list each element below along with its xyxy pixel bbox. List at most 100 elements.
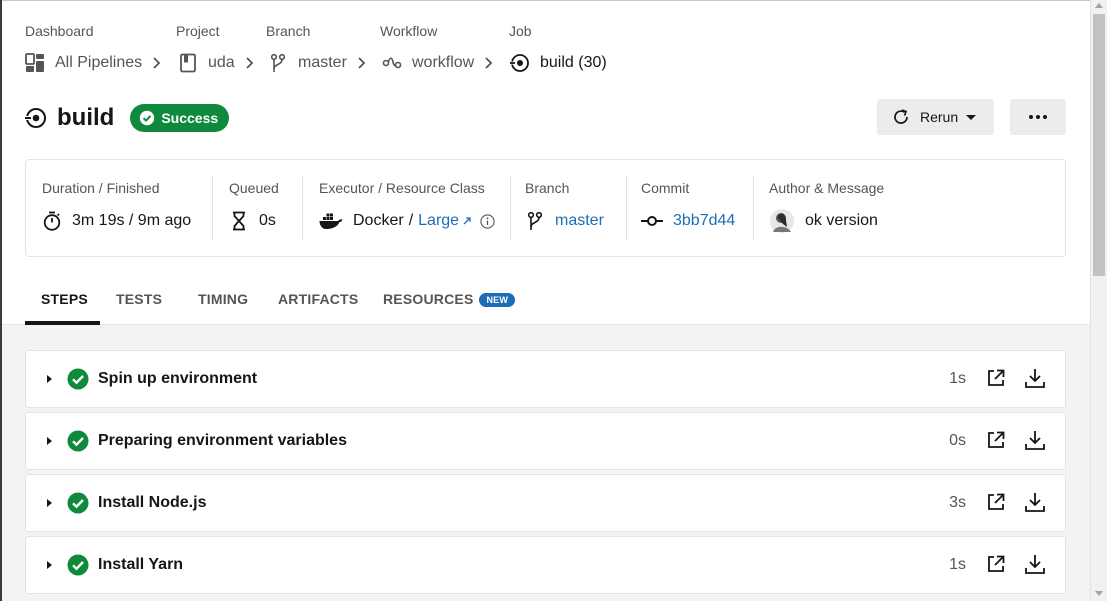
open-external-icon[interactable] [986, 430, 1006, 450]
breadcrumb-dashboard[interactable]: All Pipelines [25, 51, 162, 75]
expand-caret-icon[interactable] [47, 437, 52, 445]
breadcrumb-branch-link[interactable]: master [298, 54, 347, 72]
step-duration: 0s [949, 432, 966, 449]
open-external-icon[interactable] [986, 368, 1006, 388]
step-name: Preparing environment variables [98, 432, 347, 449]
commit-message: ok version [805, 212, 878, 229]
breadcrumb-job[interactable]: build (30) [510, 51, 607, 75]
tab-resources-label: RESOURCES [383, 291, 474, 307]
job-details-card: Duration / Finished 3m 19s / 9m ago Queu… [25, 159, 1066, 257]
breadcrumb-workflow[interactable]: workflow [382, 51, 494, 75]
divider [626, 176, 627, 240]
info-icon[interactable] [480, 213, 495, 229]
breadcrumb-label-branch: Branch [266, 23, 310, 40]
tab-tests[interactable]: TESTS [116, 291, 162, 307]
docker-icon [319, 212, 343, 230]
branch-link[interactable]: master [555, 212, 604, 230]
download-icon[interactable] [1024, 491, 1046, 513]
expand-caret-icon[interactable] [47, 375, 52, 383]
commit-link[interactable]: 3bb7d44 [673, 212, 735, 230]
job-icon [25, 108, 46, 128]
breadcrumb-job-link[interactable]: build (30) [540, 54, 607, 72]
more-actions-button[interactable] [1010, 99, 1066, 135]
breadcrumb-branch-label: Branch [266, 23, 311, 39]
divider [510, 176, 511, 240]
download-icon[interactable] [1024, 367, 1046, 389]
breadcrumb-label-job: Job [509, 23, 532, 40]
rerun-button[interactable]: Rerun [877, 99, 994, 135]
success-check-icon [67, 368, 89, 390]
commit-value-row: 3bb7d44 [641, 209, 735, 233]
download-icon[interactable] [1024, 553, 1046, 575]
vertical-scrollbar[interactable] [1090, 0, 1107, 601]
hourglass-icon [229, 211, 249, 231]
scroll-down-arrow-icon[interactable] [1095, 591, 1103, 596]
chevron-right-icon [152, 57, 162, 69]
step-row[interactable]: Spin up environment 1s [25, 350, 1066, 408]
status-badge: Success [130, 104, 230, 132]
tab-timing[interactable]: TIMING [198, 291, 248, 307]
divider [212, 176, 213, 240]
step-name: Install Node.js [98, 494, 207, 511]
download-icon[interactable] [1024, 429, 1046, 451]
workflow-icon [382, 53, 402, 73]
step-name: Spin up environment [98, 370, 258, 387]
duration-value-row: 3m 19s / 9m ago [42, 209, 191, 233]
success-check-icon [67, 492, 89, 514]
duration-value: 3m 19s / 9m ago [72, 212, 192, 229]
breadcrumb-project-link[interactable]: uda [208, 54, 235, 72]
external-link-icon [463, 217, 471, 225]
breadcrumb-project[interactable]: uda [178, 51, 255, 75]
refresh-icon [894, 109, 908, 124]
chevron-right-icon [245, 57, 255, 69]
step-row[interactable]: Install Yarn 1s [25, 536, 1066, 594]
repo-icon [178, 53, 198, 73]
step-duration: 1s [949, 556, 966, 573]
step-row[interactable]: Preparing environment variables 0s [25, 412, 1066, 470]
branch-label: Branch [525, 180, 570, 196]
steps-list: Spin up environment 1s Preparing environ… [2, 325, 1090, 601]
tab-artifacts[interactable]: ARTIFACTS [278, 291, 358, 307]
tab-resources[interactable]: RESOURCES NEW [383, 291, 516, 307]
scrollbar-thumb[interactable] [1093, 14, 1105, 276]
dashboard-icon [25, 53, 45, 73]
divider [753, 176, 754, 240]
more-horizontal-icon [1029, 115, 1047, 119]
commit-label: Commit [641, 180, 690, 196]
check-circle-icon [140, 110, 155, 126]
breadcrumb-job-label: Job [509, 23, 532, 39]
breadcrumb-branch[interactable]: master [268, 51, 367, 75]
step-name: Install Yarn [98, 556, 184, 573]
avatar[interactable] [769, 208, 795, 234]
author-value-row: ok version [769, 209, 878, 233]
chevron-right-icon [357, 57, 367, 69]
open-external-icon[interactable] [986, 554, 1006, 574]
breadcrumb-dashboard-label: Dashboard [25, 23, 94, 39]
job-page: Dashboard Project Branch Workflow Job Al… [2, 1, 1090, 601]
executor-label: Executor / Resource Class [319, 180, 485, 196]
divider [302, 176, 303, 240]
open-external-icon[interactable] [986, 492, 1006, 512]
success-check-icon [67, 430, 89, 452]
breadcrumb-dashboard-link[interactable]: All Pipelines [55, 54, 142, 72]
expand-caret-icon[interactable] [47, 499, 52, 507]
breadcrumb-workflow-link[interactable]: workflow [412, 54, 474, 72]
new-badge: NEW [479, 293, 516, 307]
resource-class-link[interactable]: Large [418, 212, 459, 230]
author-label: Author & Message [769, 180, 885, 196]
executor-value-row: Docker / Large [319, 209, 495, 233]
expand-caret-icon[interactable] [47, 561, 52, 569]
executor-type: Docker [353, 212, 404, 229]
success-check-icon [67, 554, 89, 576]
scroll-up-arrow-icon[interactable] [1095, 3, 1103, 8]
queued-value-row: 0s [229, 209, 276, 233]
git-branch-icon [525, 211, 545, 231]
step-duration: 3s [949, 494, 966, 511]
status-badge-label: Success [161, 110, 219, 126]
queued-value: 0s [259, 212, 276, 229]
page-title-row: build Success [25, 102, 230, 134]
step-row[interactable]: Install Node.js 3s [25, 474, 1066, 532]
queued-label: Queued [229, 180, 279, 196]
tab-steps[interactable]: STEPS [41, 291, 88, 307]
branch-value-row: master [525, 209, 604, 233]
